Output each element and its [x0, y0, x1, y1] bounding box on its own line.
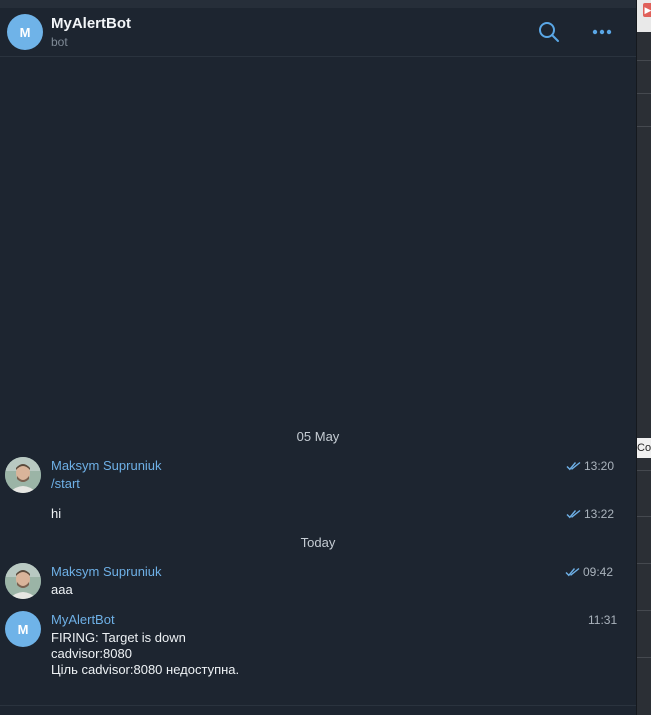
- side-window-toolbar: ▶: [637, 0, 651, 32]
- message-text: aaa: [51, 582, 73, 597]
- chat-header: M MyAlertBot bot: [0, 8, 636, 57]
- double-check-icon: [566, 509, 581, 519]
- message-sender[interactable]: MyAlertBot: [51, 612, 115, 627]
- bot-avatar[interactable]: M: [5, 611, 41, 647]
- message-command-link[interactable]: /start: [51, 476, 80, 492]
- date-separator: Today: [300, 535, 336, 550]
- message-time: 11:31: [588, 613, 617, 627]
- message-time: 09:42: [565, 565, 613, 579]
- message-time: 13:22: [566, 507, 614, 521]
- message-time: 13:20: [566, 459, 614, 473]
- message-text: hi: [51, 506, 62, 521]
- message-text-line: Ціль cadvisor:8080 недоступна.: [51, 662, 240, 677]
- chat-panel: M MyAlertBot bot 05 May Maksym Supruniuk…: [0, 8, 636, 715]
- more-horizontal-icon: [592, 29, 612, 35]
- divider: [637, 60, 651, 61]
- divider: [637, 93, 651, 94]
- chat-title[interactable]: MyAlertBot: [51, 15, 131, 32]
- message-time-label: 13:20: [584, 459, 615, 473]
- user-avatar[interactable]: [5, 563, 41, 599]
- date-separator: 05 May: [296, 429, 340, 444]
- message-time-label: 13:22: [584, 507, 615, 521]
- double-check-icon: [565, 567, 580, 577]
- message-sender[interactable]: Maksym Supruniuk: [51, 564, 162, 579]
- chat-subtitle: bot: [51, 35, 68, 49]
- divider: [637, 516, 651, 517]
- message-text-line: FIRING: Target is down: [51, 630, 186, 645]
- user-avatar[interactable]: [5, 457, 41, 493]
- message-text-line: cadvisor:8080: [51, 646, 132, 661]
- side-window-edge: ▶ Cop: [636, 0, 651, 715]
- play-icon[interactable]: ▶: [643, 3, 651, 17]
- divider: [637, 126, 651, 127]
- user-photo: [5, 457, 41, 493]
- search-button[interactable]: [535, 18, 563, 46]
- message-time-label: 11:31: [588, 613, 618, 627]
- divider: [637, 563, 651, 564]
- search-icon: [539, 22, 559, 42]
- composer-divider: [0, 705, 636, 706]
- divider: [637, 657, 651, 658]
- divider: [637, 610, 651, 611]
- side-panel-label[interactable]: Cop: [637, 438, 651, 458]
- user-photo: [5, 563, 41, 599]
- message-sender[interactable]: Maksym Supruniuk: [51, 458, 162, 473]
- bot-avatar[interactable]: M: [7, 14, 43, 50]
- divider: [637, 470, 651, 471]
- double-check-icon: [566, 461, 581, 471]
- more-button[interactable]: [588, 18, 616, 46]
- message-time-label: 09:42: [583, 565, 614, 579]
